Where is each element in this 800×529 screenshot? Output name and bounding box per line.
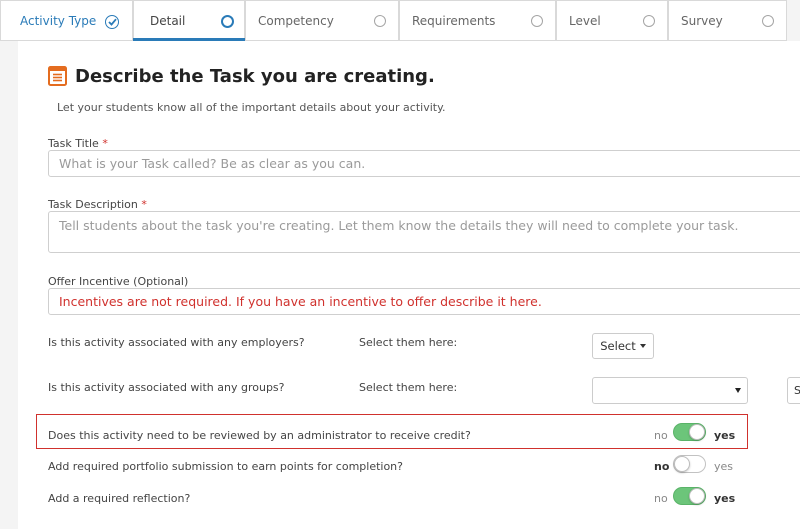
label-text: Task Title	[48, 137, 99, 150]
incentive-label: Offer Incentive (Optional)	[48, 275, 189, 288]
reflection-yes-label: yes	[714, 492, 736, 505]
page-title: Describe the Task you are creating.	[75, 66, 435, 87]
review-toggle[interactable]	[673, 423, 706, 441]
label-text: Task Description	[48, 198, 138, 211]
tab-label: Activity Type	[20, 14, 97, 28]
reflection-toggle[interactable]	[673, 487, 706, 505]
tab-competency[interactable]: Competency	[245, 0, 399, 41]
tab-survey[interactable]: Survey	[668, 0, 787, 41]
placeholder: Tell students about the task you're crea…	[59, 218, 739, 233]
review-no-label: no	[654, 429, 668, 442]
task-title-label: Task Title *	[48, 137, 108, 150]
tab-requirements[interactable]: Requirements	[399, 0, 556, 41]
employers-select-button[interactable]: Select	[592, 333, 654, 359]
groups-dropdown[interactable]	[592, 377, 748, 404]
page-subtitle: Let your students know all of the import…	[57, 101, 446, 114]
step-circle-icon	[531, 15, 543, 27]
employers-question: Is this activity associated with any emp…	[48, 336, 305, 349]
step-tabs: Activity Type Detail Competency Requirem…	[0, 0, 800, 41]
reflection-question: Add a required reflection?	[48, 492, 191, 505]
tab-label: Competency	[258, 14, 334, 28]
toggle-knob	[689, 488, 705, 504]
groups-select-hint: Select them here:	[359, 381, 458, 394]
review-question: Does this activity need to be reviewed b…	[48, 429, 471, 442]
document-list-icon	[48, 66, 67, 90]
dropdown-arrow-icon	[735, 388, 741, 393]
task-description-textarea[interactable]: Tell students about the task you're crea…	[48, 211, 800, 253]
tab-level[interactable]: Level	[556, 0, 668, 41]
current-step-circle-icon	[221, 15, 234, 28]
step-circle-icon	[762, 15, 774, 27]
required-mark: *	[141, 198, 147, 211]
incentive-input[interactable]: Incentives are not required. If you have…	[48, 288, 800, 315]
step-circle-icon	[643, 15, 655, 27]
toggle-knob	[689, 424, 705, 440]
portfolio-toggle[interactable]	[673, 455, 706, 473]
tab-activity-type[interactable]: Activity Type	[0, 0, 133, 41]
step-circle-icon	[374, 15, 386, 27]
placeholder: What is your Task called? Be as clear as…	[59, 156, 366, 171]
tab-label: Survey	[681, 14, 723, 28]
toggle-knob	[674, 456, 690, 472]
employers-select-hint: Select them here:	[359, 336, 458, 349]
tab-label: Requirements	[412, 14, 496, 28]
reflection-no-label: no	[654, 492, 668, 505]
groups-question: Is this activity associated with any gro…	[48, 381, 285, 394]
caret-down-icon	[639, 344, 646, 348]
portfolio-no-label: no	[654, 460, 670, 473]
button-label: Select	[600, 339, 636, 353]
portfolio-question: Add required portfolio submission to ear…	[48, 460, 403, 473]
review-yes-label: yes	[714, 429, 736, 442]
task-description-label: Task Description *	[48, 198, 147, 211]
groups-side-button[interactable]: S	[787, 377, 800, 404]
tab-label: Level	[569, 14, 601, 28]
placeholder: Incentives are not required. If you have…	[59, 294, 542, 309]
portfolio-yes-label: yes	[714, 460, 734, 473]
tab-label: Detail	[150, 14, 186, 28]
required-mark: *	[102, 137, 108, 150]
check-circle-icon	[105, 15, 119, 29]
task-title-input[interactable]: What is your Task called? Be as clear as…	[48, 150, 800, 177]
tab-detail[interactable]: Detail	[133, 0, 245, 41]
